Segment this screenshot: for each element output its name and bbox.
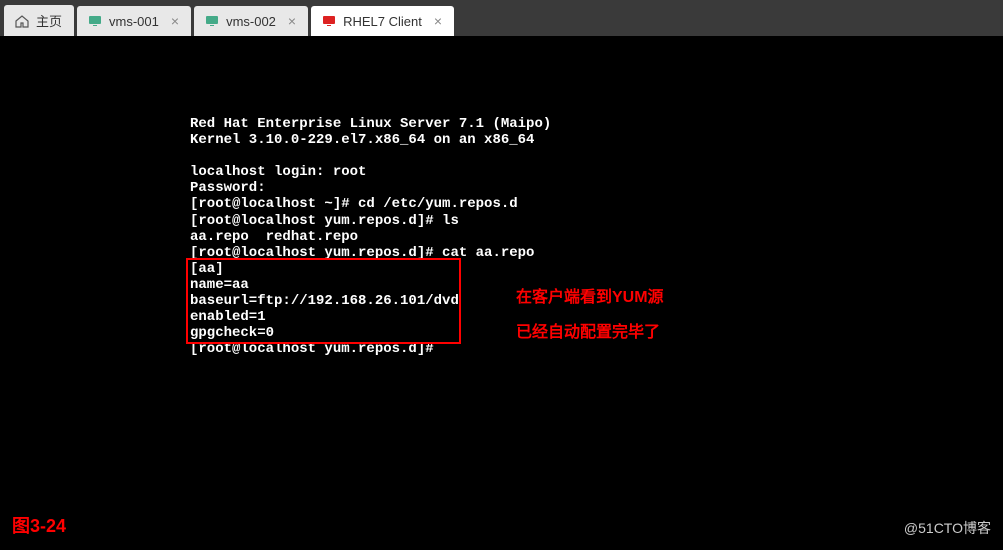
terminal-line: Kernel 3.10.0-229.el7.x86_64 on an x86_6… [190, 132, 534, 148]
home-icon [14, 13, 30, 29]
terminal-line: aa.repo redhat.repo [190, 229, 358, 245]
annotation-line-1: 在客户端看到YUM源 [516, 280, 664, 315]
close-icon[interactable]: × [171, 13, 179, 29]
tab-rhel7-label: RHEL7 Client [343, 14, 422, 29]
terminal-line: [root@localhost ~]# cd /etc/yum.repos.d [190, 196, 518, 212]
annotation-line-2: 已经自动配置完毕了 [516, 315, 664, 350]
tab-vms-002-label: vms-002 [226, 14, 276, 29]
tab-vms-002[interactable]: vms-002 × [194, 6, 308, 36]
watermark: @51CTO博客 [904, 518, 991, 538]
tab-home-label: 主页 [36, 11, 62, 30]
tab-bar: 主页 vms-001 × vms-002 × RHEL7 Client × [0, 0, 1003, 36]
close-icon[interactable]: × [288, 13, 296, 29]
terminal-line: localhost login: root [190, 164, 366, 180]
terminal-line: [root@localhost yum.repos.d]# ls [190, 213, 459, 229]
annotation-text: 在客户端看到YUM源 已经自动配置完毕了 [516, 280, 664, 350]
highlight-box [186, 258, 461, 344]
tab-vms-001-label: vms-001 [109, 14, 159, 29]
monitor-icon [87, 13, 103, 29]
tab-rhel7-client[interactable]: RHEL7 Client × [311, 6, 454, 36]
figure-label: 图3-24 [12, 512, 66, 538]
monitor-icon [204, 13, 220, 29]
monitor-icon [321, 13, 337, 29]
tab-vms-001[interactable]: vms-001 × [77, 6, 191, 36]
tab-home[interactable]: 主页 [4, 5, 74, 36]
close-icon[interactable]: × [434, 13, 442, 29]
terminal-line: Red Hat Enterprise Linux Server 7.1 (Mai… [190, 116, 551, 132]
terminal-line: Password: [190, 180, 266, 196]
terminal-output[interactable]: Red Hat Enterprise Linux Server 7.1 (Mai… [0, 36, 1003, 357]
